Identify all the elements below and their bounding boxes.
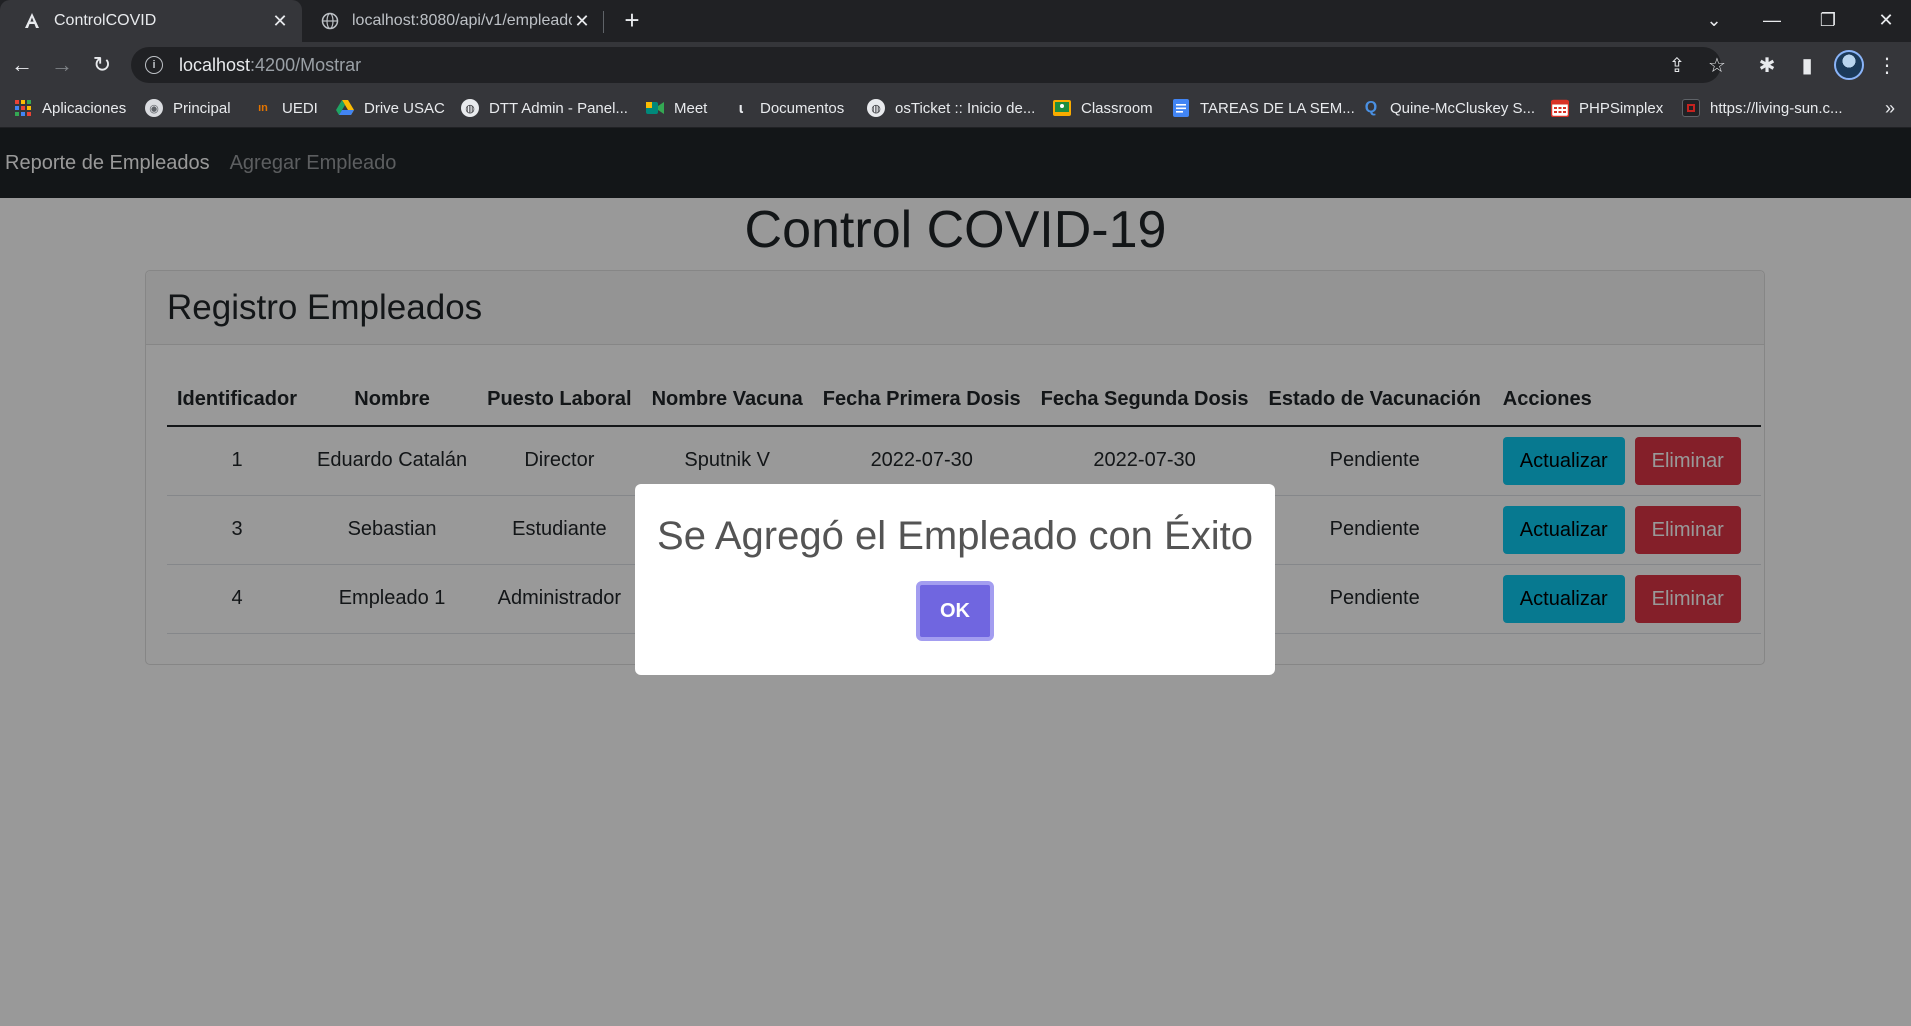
menu-icon[interactable]: ⋮: [1872, 50, 1902, 80]
forward-button[interactable]: →: [46, 49, 78, 81]
bookmark-dtt-admin[interactable]: ◍ DTT Admin - Panel...: [461, 88, 628, 128]
bookmark-principal[interactable]: ◉ Principal: [145, 88, 231, 128]
browser-tabbar: ControlCOVID ✕ localhost:8080/api/v1/emp…: [0, 0, 1911, 42]
bookmark-drive-usac[interactable]: Drive USAC: [336, 88, 445, 128]
bookmark-meet[interactable]: Meet: [646, 88, 707, 128]
tab-title: ControlCOVID: [54, 12, 157, 29]
site-icon: [1682, 99, 1700, 117]
reload-button[interactable]: ↻: [86, 49, 118, 81]
tab-separator: [603, 11, 604, 33]
close-icon[interactable]: ✕: [572, 11, 592, 31]
bookmark-label: Documentos: [760, 99, 845, 117]
bookmark-label: UEDI: [282, 99, 318, 117]
bookmarks-bar: Aplicaciones ◉ Principal ın UEDI Drive U…: [0, 88, 1911, 128]
tab-title: localhost:8080/api/v1/empleados: [352, 12, 572, 29]
bookmark-aplicaciones[interactable]: Aplicaciones: [14, 88, 126, 128]
extensions-icon[interactable]: ✱: [1752, 50, 1782, 80]
tab-api-empleados[interactable]: localhost:8080/api/v1/empleados ✕: [306, 0, 604, 42]
bookmarks-overflow-icon[interactable]: »: [1885, 88, 1895, 128]
ok-button[interactable]: OK: [916, 581, 994, 641]
restore-button[interactable]: ❐: [1808, 4, 1848, 36]
meet-icon: [646, 99, 664, 117]
bookmark-label: Principal: [173, 99, 231, 117]
apps-grid-icon: [14, 99, 32, 117]
dialog-title: Se Agregó el Empleado con Éxito: [657, 514, 1253, 558]
address-bar[interactable]: i localhost:4200/Mostrar: [131, 47, 1721, 83]
browser-toolbar: ← → ↻ i localhost:4200/Mostrar ⇪ ☆ ✱ ▮ ⋮: [0, 42, 1911, 88]
calendar-icon: [1551, 99, 1569, 117]
angular-icon: [22, 11, 42, 31]
close-icon[interactable]: ✕: [270, 11, 290, 31]
modal-backdrop[interactable]: Se Agregó el Empleado con Éxito OK: [0, 128, 1911, 1026]
bookmark-label: TAREAS DE LA SEM...: [1200, 99, 1355, 117]
globe-icon: ◉: [145, 99, 163, 117]
bookmark-classroom[interactable]: Classroom: [1053, 88, 1153, 128]
info-icon[interactable]: i: [145, 56, 163, 74]
url-path: :4200/Mostrar: [250, 54, 362, 75]
share-icon[interactable]: ⇪: [1662, 50, 1692, 80]
document-icon: ɩ: [738, 99, 744, 117]
bookmark-living-sun[interactable]: https://living-sun.c...: [1682, 88, 1843, 128]
tab-controlcovid[interactable]: ControlCOVID ✕: [0, 0, 302, 42]
bookmark-label: PHPSimplex: [1579, 99, 1664, 117]
globe-icon: ◍: [867, 99, 885, 117]
bookmark-osticket[interactable]: ◍ osTicket :: Inicio de...: [867, 88, 1035, 128]
bookmark-label: osTicket :: Inicio de...: [895, 99, 1036, 117]
new-tab-button[interactable]: +: [618, 6, 646, 34]
bookmark-label: https://living-sun.c...: [1710, 99, 1843, 117]
success-dialog: Se Agregó el Empleado con Éxito OK: [635, 484, 1275, 675]
classroom-icon: [1053, 99, 1071, 117]
bookmark-quine-mccluskey[interactable]: Q Quine-McCluskey S...: [1362, 88, 1535, 128]
tab-search-icon[interactable]: ⌄: [1694, 4, 1734, 36]
bookmark-label: Meet: [674, 99, 708, 117]
bookmark-label: Classroom: [1081, 99, 1153, 117]
drive-icon: [336, 99, 354, 117]
star-icon[interactable]: ☆: [1702, 50, 1732, 80]
bookmark-label: Aplicaciones: [42, 99, 127, 117]
bookmark-label: DTT Admin - Panel...: [489, 99, 628, 117]
minimize-button[interactable]: —: [1752, 4, 1792, 36]
bookmark-uedi[interactable]: ın UEDI: [254, 88, 318, 128]
window-close-button[interactable]: ✕: [1866, 4, 1906, 36]
url-host: localhost: [179, 54, 251, 75]
docs-icon: [1172, 99, 1190, 117]
bookmark-label: Quine-McCluskey S...: [1390, 99, 1536, 117]
uedi-icon: ın: [258, 102, 268, 114]
bookmark-phpsimplex[interactable]: PHPSimplex: [1551, 88, 1663, 128]
bookmark-documentos[interactable]: ɩ Documentos: [732, 88, 844, 128]
globe-icon: ◍: [461, 99, 479, 117]
page-viewport: Reporte de Empleados Agregar Empleado Co…: [0, 128, 1911, 1026]
bookmark-label: Drive USAC: [364, 99, 445, 117]
side-panel-icon[interactable]: ▮: [1792, 50, 1822, 80]
profile-avatar[interactable]: [1834, 50, 1864, 80]
back-button[interactable]: ←: [6, 49, 38, 81]
globe-icon: [320, 11, 340, 31]
bookmark-tareas[interactable]: TAREAS DE LA SEM...: [1172, 88, 1355, 128]
q-icon: Q: [1364, 99, 1378, 116]
